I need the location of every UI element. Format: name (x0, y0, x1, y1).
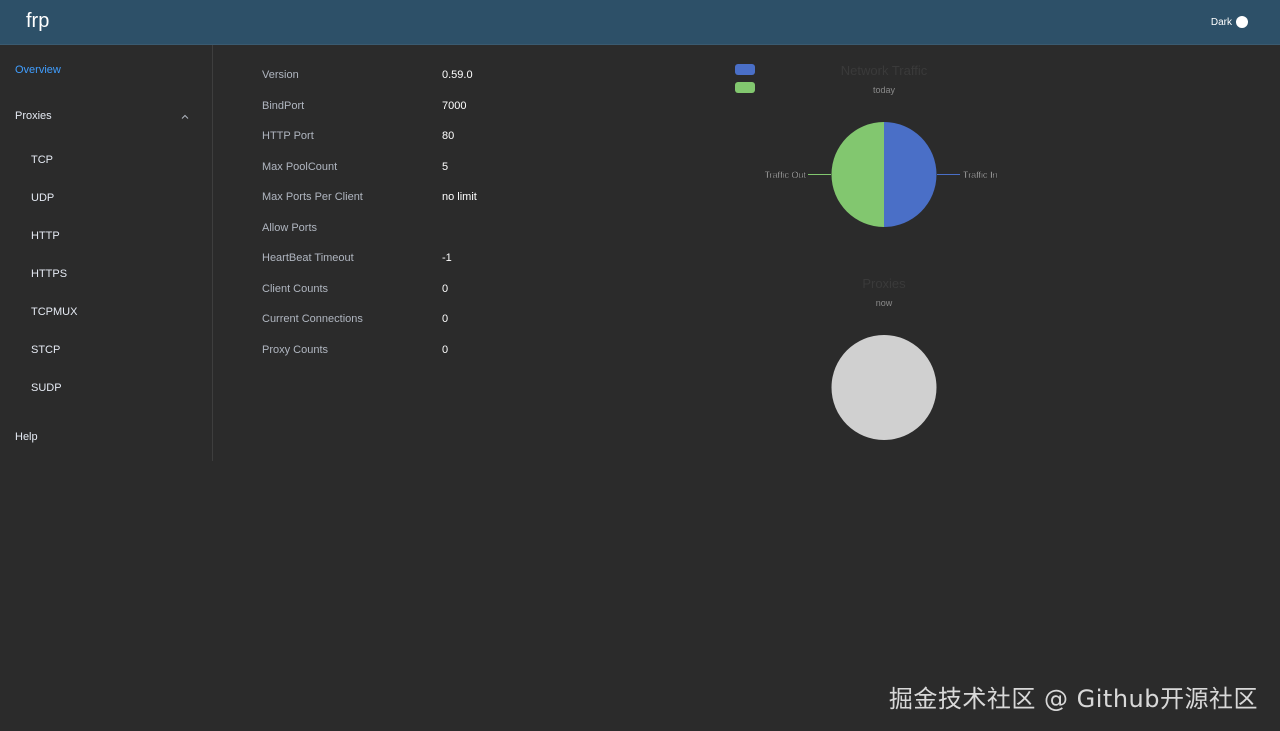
chart-title: Network Traffic (841, 63, 928, 78)
pie-slice-traffic-in[interactable] (884, 122, 937, 227)
legend-swatch-traffic-out[interactable] (735, 82, 755, 93)
chart-subtitle: today (873, 85, 896, 95)
pie-label-traffic-in: Traffic In (963, 170, 998, 180)
chart-title: Proxies (862, 276, 906, 291)
legend-swatch-traffic-in[interactable] (735, 64, 755, 75)
chart-subtitle: now (876, 298, 893, 308)
watermark: 掘金技术社区 @ Github开源社区 (888, 685, 1258, 713)
traffic-pie (831, 122, 937, 227)
proxies-chart: Proxies now (831, 276, 937, 440)
network-traffic-chart: Network Traffic today Traffic In Traffic… (735, 63, 998, 227)
pie-label-traffic-out: Traffic Out (764, 170, 806, 180)
pie-slice-traffic-out[interactable] (831, 122, 884, 227)
charts-canvas: Network Traffic today Traffic In Traffic… (735, 63, 998, 440)
proxies-pie-empty (831, 335, 937, 440)
